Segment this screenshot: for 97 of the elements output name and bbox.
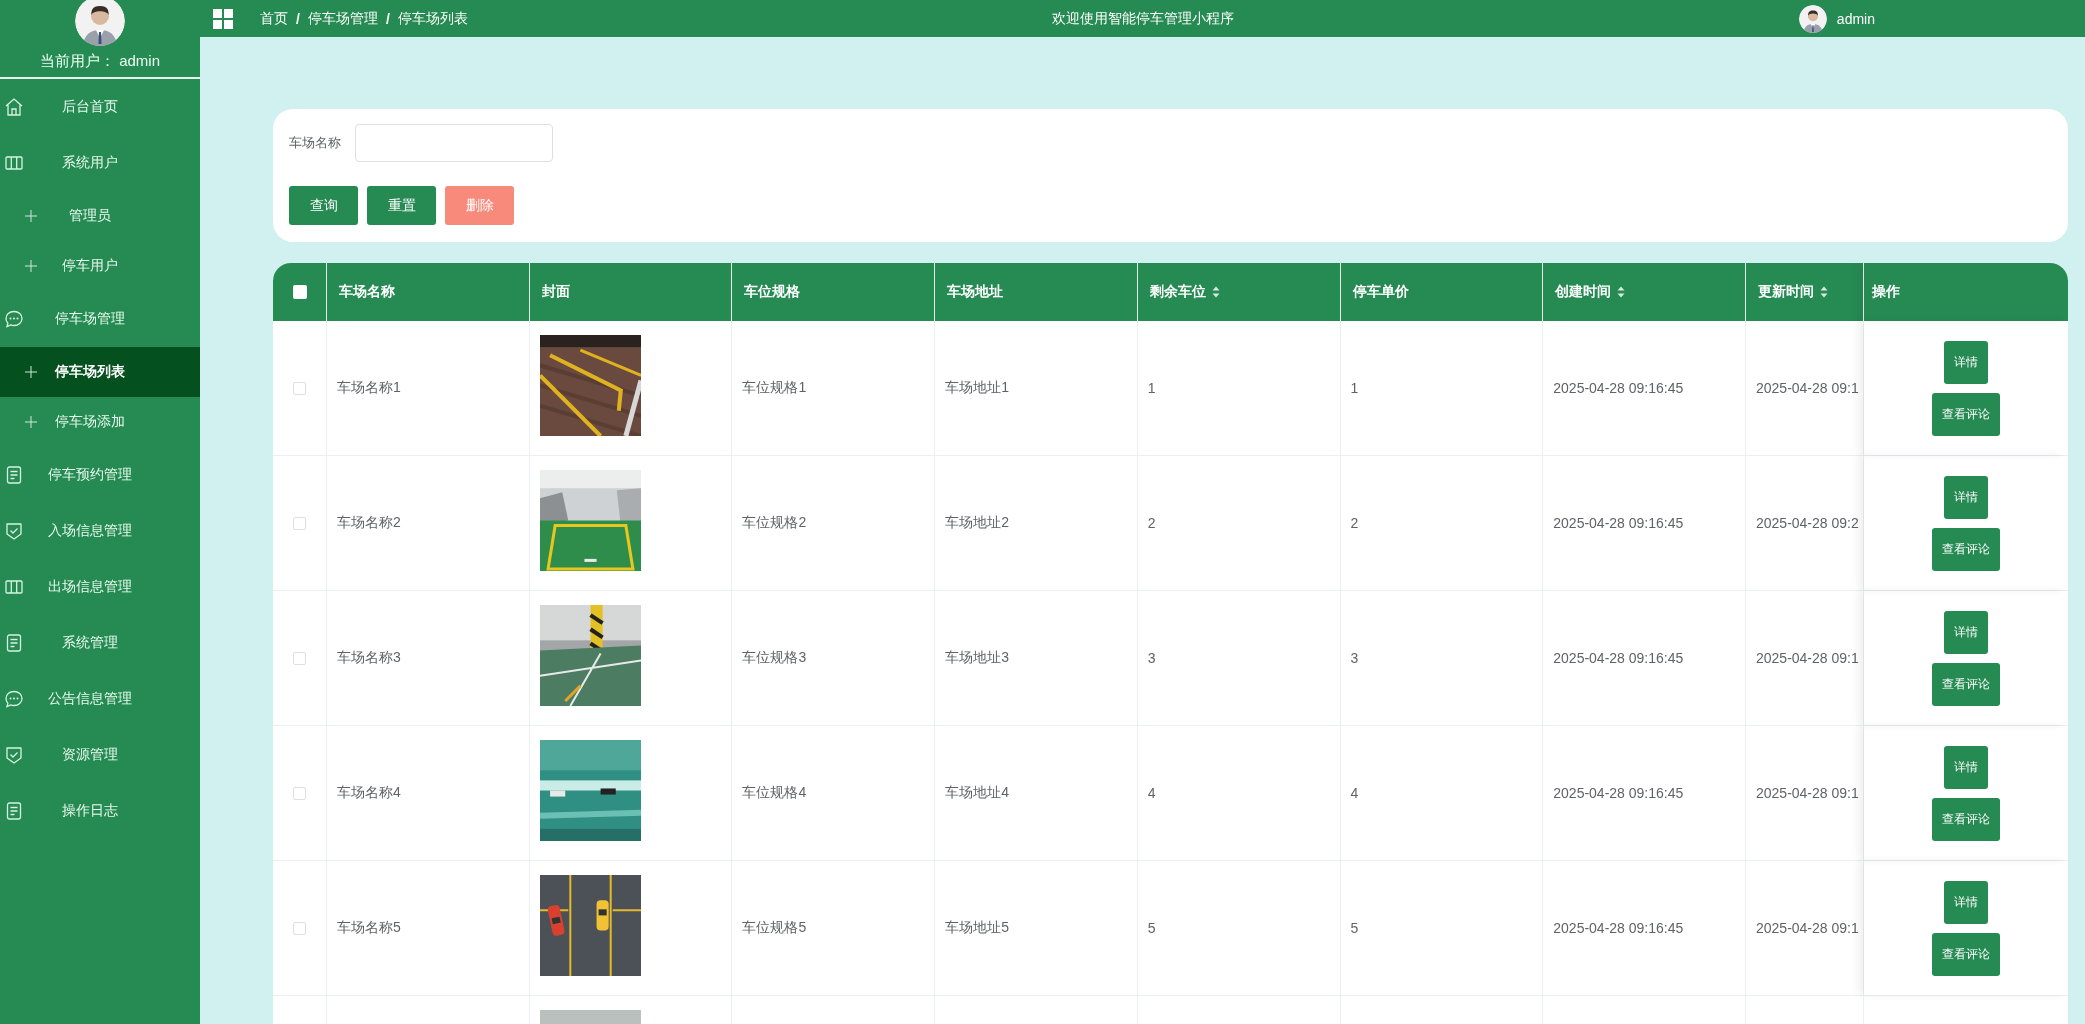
table-cell: 2025-04-28 09:16:45 xyxy=(1553,920,1684,936)
column-header: 封面 xyxy=(541,283,570,301)
select-all-checkbox[interactable] xyxy=(292,285,307,299)
table-cell: 车场地址1 xyxy=(945,379,1009,397)
breadcrumb-link[interactable]: 停车场列表 xyxy=(397,9,468,28)
sort-icon[interactable] xyxy=(1820,286,1828,298)
search-button[interactable]: 查询 xyxy=(289,186,358,225)
plus-icon xyxy=(24,259,38,273)
table-cell: 3 xyxy=(1350,650,1359,666)
menu-item[interactable]: 停车用户 xyxy=(0,241,200,291)
menu-item[interactable]: 资源管理 xyxy=(0,727,200,783)
table-cell: 车场地址2 xyxy=(945,514,1009,532)
table-cell: 4 xyxy=(1350,785,1359,801)
menu-item[interactable]: 入场信息管理 xyxy=(0,503,200,559)
table-cell: 2025-04-28 09:16:45 xyxy=(1553,380,1684,396)
row-checkbox[interactable] xyxy=(293,651,306,665)
table-cell: 车场地址4 xyxy=(945,784,1009,802)
plus-icon xyxy=(24,209,38,223)
reset-button[interactable]: 重置 xyxy=(367,186,436,225)
table-cell: 2025-04-28 09:16:45 xyxy=(1553,785,1684,801)
menu-item[interactable]: 停车场管理 xyxy=(0,291,200,347)
breadcrumb-link[interactable]: 首页 xyxy=(260,9,288,28)
column-header: 车场名称 xyxy=(339,283,395,301)
user-avatar xyxy=(1798,4,1827,33)
menu-item[interactable]: 出场信息管理 xyxy=(0,559,200,615)
menu-item[interactable]: 系统管理 xyxy=(0,615,200,671)
table-cell: 车场名称3 xyxy=(337,649,401,667)
table-cell: 车位规格2 xyxy=(742,514,807,532)
username: admin xyxy=(1836,10,1875,27)
menu-item[interactable]: 操作日志 xyxy=(0,783,200,839)
column-header: 车场地址 xyxy=(947,283,1004,301)
breadcrumb-link[interactable]: 停车场管理 xyxy=(307,9,378,28)
row-checkbox[interactable] xyxy=(293,381,306,395)
breadcrumb-separator: / xyxy=(385,10,390,27)
menu-item[interactable]: 停车场列表 xyxy=(0,347,200,397)
comments-button[interactable]: 查看评论 xyxy=(1932,392,2000,436)
table-cell: 2025-04-28 09:1 xyxy=(1756,380,1859,396)
table-cell: 车位规格3 xyxy=(742,649,807,667)
table-cell: 车场名称2 xyxy=(337,514,401,532)
column-header: 操作 xyxy=(1872,283,1900,301)
table-cell: 车位规格4 xyxy=(742,784,807,802)
table-cell: 2025-04-28 09:16:45 xyxy=(1553,515,1684,531)
table-cell: 2025-04-28 09:1 xyxy=(1756,650,1859,666)
column-header: 更新时间 xyxy=(1758,283,1814,301)
menu-item[interactable]: 系统用户 xyxy=(0,135,200,191)
delete-button[interactable]: 删除 xyxy=(445,186,514,225)
column-header: 停车单价 xyxy=(1352,283,1409,301)
table-cell: 5 xyxy=(1147,920,1156,936)
plus-icon xyxy=(24,365,38,379)
table-cell: 车场地址3 xyxy=(945,649,1009,667)
comments-button[interactable]: 查看评论 xyxy=(1932,797,2000,841)
breadcrumb-separator: / xyxy=(296,10,300,27)
table-cell: 车场名称4 xyxy=(337,784,401,802)
menu-item[interactable]: 公告信息管理 xyxy=(0,671,200,727)
details-button[interactable]: 详情 xyxy=(1944,475,1988,519)
menu-item[interactable]: 后台首页 xyxy=(0,79,200,135)
table-cell: 4 xyxy=(1147,785,1156,801)
details-button[interactable]: 详情 xyxy=(1944,340,1988,384)
table-cell: 2 xyxy=(1147,515,1156,531)
search-field[interactable] xyxy=(355,124,553,162)
table-cell: 车场名称1 xyxy=(337,379,401,397)
sort-icon[interactable] xyxy=(1617,286,1626,298)
user-avatar xyxy=(75,0,125,46)
table-cell: 车场名称5 xyxy=(337,919,401,937)
sort-icon[interactable] xyxy=(1211,286,1220,298)
menu-item[interactable]: 停车场添加 xyxy=(0,397,200,447)
row-checkbox[interactable] xyxy=(293,921,306,935)
comments-button[interactable]: 查看评论 xyxy=(1932,932,2000,976)
table-cell: 2025-04-28 09:1 xyxy=(1756,785,1859,801)
column-header: 创建时间 xyxy=(1555,283,1612,301)
comments-button[interactable]: 查看评论 xyxy=(1932,527,2000,571)
table-cell: 1 xyxy=(1147,380,1156,396)
grid-icon[interactable] xyxy=(212,7,234,30)
table-cell: 5 xyxy=(1350,920,1359,936)
table-cell: 车位规格1 xyxy=(742,379,807,397)
current-user-label: 当前用户： admin xyxy=(40,52,160,71)
comments-button[interactable]: 查看评论 xyxy=(1932,662,2000,706)
menu-item[interactable]: 停车预约管理 xyxy=(0,447,200,503)
table-cell: 1 xyxy=(1350,380,1359,396)
column-header: 车位规格 xyxy=(744,283,801,301)
row-checkbox[interactable] xyxy=(293,516,306,530)
details-button[interactable]: 详情 xyxy=(1944,610,1988,654)
field-label: 车场名称 xyxy=(289,134,341,152)
table-cell: 车位规格5 xyxy=(742,919,807,937)
table-cell: 车场地址5 xyxy=(945,919,1009,937)
details-button[interactable]: 详情 xyxy=(1944,745,1988,789)
row-checkbox[interactable] xyxy=(293,786,306,800)
table-cell: 2 xyxy=(1350,515,1359,531)
table-cell: 2025-04-28 09:1 xyxy=(1756,920,1859,936)
details-button[interactable]: 详情 xyxy=(1944,880,1988,924)
menu-item[interactable]: 管理员 xyxy=(0,191,200,241)
table-cell: 2025-04-28 09:16:45 xyxy=(1553,650,1684,666)
plus-icon xyxy=(24,415,38,429)
table-cell: 2025-04-28 09:2 xyxy=(1756,515,1859,531)
column-header: 剩余车位 xyxy=(1149,283,1206,301)
welcome-title: 欢迎使用智能停车管理小程序 xyxy=(1051,9,1234,28)
table-cell: 3 xyxy=(1147,650,1156,666)
